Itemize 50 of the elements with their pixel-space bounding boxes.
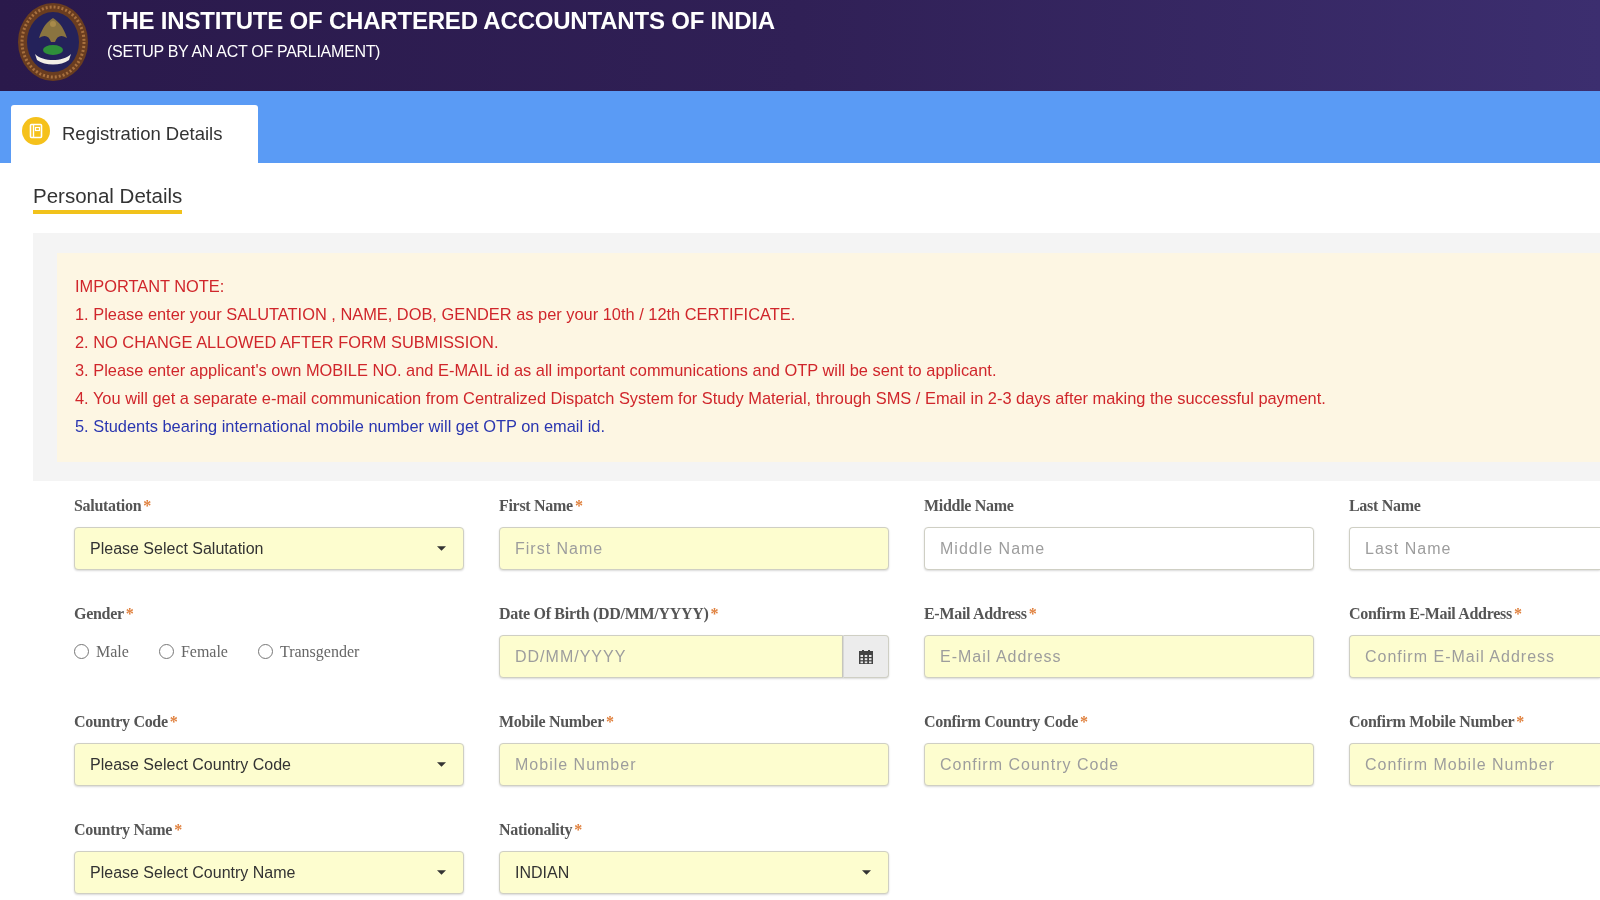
field-label: Last Name <box>1349 496 1422 516</box>
caret-icon <box>437 762 446 767</box>
text-input[interactable]: Middle Name <box>924 527 1314 570</box>
text-input[interactable]: Confirm E-Mail Address <box>1349 635 1600 678</box>
select-dropdown[interactable]: Please Select Salutation <box>74 527 464 570</box>
field-label: Confirm Mobile Number* <box>1349 712 1525 732</box>
note-line: 2. NO CHANGE ALLOWED AFTER FORM SUBMISSION. <box>75 332 500 353</box>
text-input[interactable]: Confirm Country Code <box>924 743 1314 786</box>
section-title: Personal Details <box>33 184 183 214</box>
field-label: Nationality* <box>499 820 583 840</box>
field-label: First Name* <box>499 496 584 516</box>
field-label: Confirm E-Mail Address* <box>1349 604 1523 624</box>
note-line: 4. You will get a separate e-mail communication from Centralized Dispatch System for Study Material, through SMS / Email in 2-3 days after making the successful payment. <box>75 388 1327 409</box>
text-input[interactable]: First Name <box>499 527 889 570</box>
radio-button[interactable] <box>257 644 273 659</box>
field-label: Middle Name <box>924 496 1015 516</box>
select-dropdown[interactable]: Please Select Country Name <box>74 851 464 894</box>
institute-subtitle: (SETUP BY AN ACT OF PARLIAMENT) <box>107 42 382 62</box>
date-input[interactable]: DD/MM/YYYY <box>499 635 843 678</box>
text-input[interactable]: Confirm Mobile Number <box>1349 743 1600 786</box>
radio-label[interactable]: Male <box>96 642 129 661</box>
note-line: 5. Students bearing international mobile number will get OTP on email id. <box>75 416 606 437</box>
select-dropdown[interactable]: INDIAN <box>499 851 889 894</box>
note-line: 1. Please enter your SALUTATION , NAME, DOB, GENDER as per your 10th / 12th CERTIFICATE. <box>75 304 797 325</box>
note-line: 3. Please enter applicant's own MOBILE NO. and E-MAIL id as all important communications and OTP will be sent to applicant. <box>75 360 998 381</box>
notepad-icon <box>22 117 50 145</box>
select-dropdown[interactable]: Please Select Country Code <box>74 743 464 786</box>
note-line: IMPORTANT NOTE: <box>75 276 226 297</box>
radio-label[interactable]: Transgender <box>279 642 360 661</box>
field-label: Date Of Birth (DD/MM/YYYY)* <box>499 604 720 624</box>
caret-icon <box>437 870 446 875</box>
text-input[interactable]: Last Name <box>1349 527 1600 570</box>
text-input[interactable]: Mobile Number <box>499 743 889 786</box>
caret-icon <box>437 546 446 551</box>
radio-button[interactable] <box>158 644 174 659</box>
calendar-icon <box>859 649 873 664</box>
text-input[interactable]: E-Mail Address <box>924 635 1314 678</box>
institute-title: THE INSTITUTE OF CHARTERED ACCOUNTANTS OF INDIA <box>107 7 775 35</box>
field-label: Salutation* <box>74 496 152 516</box>
field-label: Mobile Number* <box>499 712 615 732</box>
calendar-button[interactable] <box>843 635 889 678</box>
field-label: Country Code* <box>74 712 179 732</box>
field-label: Country Name* <box>74 820 183 840</box>
field-label: E-Mail Address* <box>924 604 1038 624</box>
field-label: Confirm Country Code* <box>924 712 1089 732</box>
field-label: Gender* <box>74 604 135 624</box>
radio-label[interactable]: Female <box>180 642 228 661</box>
tab[interactable]: Registration Details <box>11 105 258 163</box>
caret-icon <box>862 870 871 875</box>
radio-button[interactable] <box>74 644 89 659</box>
